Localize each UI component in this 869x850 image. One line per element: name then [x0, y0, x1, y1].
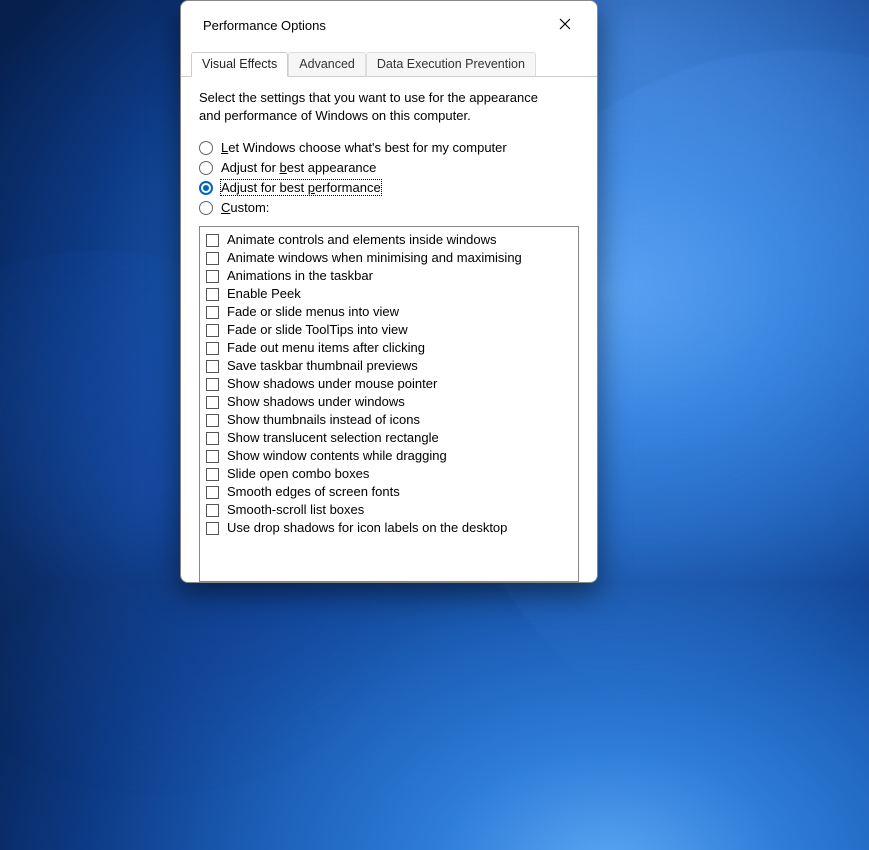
tabstrip: Visual EffectsAdvancedData Execution Pre…: [181, 51, 597, 77]
checkbox-icon: [206, 486, 219, 499]
radio-option[interactable]: Adjust for best appearance: [199, 158, 579, 178]
checklist-item[interactable]: Smooth edges of screen fonts: [206, 483, 572, 501]
checklist-item-label: Slide open combo boxes: [227, 465, 369, 483]
performance-options-dialog: Performance Options Visual EffectsAdvanc…: [180, 0, 598, 583]
checklist-item[interactable]: Fade or slide ToolTips into view: [206, 321, 572, 339]
checkbox-icon: [206, 234, 219, 247]
checklist-item[interactable]: Use drop shadows for icon labels on the …: [206, 519, 572, 537]
checklist-item-label: Smooth edges of screen fonts: [227, 483, 400, 501]
checkbox-icon: [206, 504, 219, 517]
checklist-item-label: Fade out menu items after clicking: [227, 339, 425, 357]
tab-advanced[interactable]: Advanced: [288, 52, 366, 77]
checkbox-icon: [206, 270, 219, 283]
checkbox-icon: [206, 378, 219, 391]
checklist-item-label: Show shadows under windows: [227, 393, 405, 411]
checklist-item[interactable]: Show shadows under windows: [206, 393, 572, 411]
checkbox-icon: [206, 306, 219, 319]
checklist-item[interactable]: Animate windows when minimising and maxi…: [206, 249, 572, 267]
checklist-item[interactable]: Slide open combo boxes: [206, 465, 572, 483]
checkbox-icon: [206, 414, 219, 427]
checklist-item-label: Fade or slide ToolTips into view: [227, 321, 408, 339]
tab-content-visual-effects: Select the settings that you want to use…: [181, 77, 597, 582]
checklist-item[interactable]: Show thumbnails instead of icons: [206, 411, 572, 429]
checklist-item-label: Show translucent selection rectangle: [227, 429, 439, 447]
checklist-item-label: Animate windows when minimising and maxi…: [227, 249, 522, 267]
checklist-item-label: Animations in the taskbar: [227, 267, 373, 285]
checklist-item-label: Animate controls and elements inside win…: [227, 231, 497, 249]
radio-label: Custom:: [221, 200, 269, 215]
checkbox-icon: [206, 342, 219, 355]
checkbox-icon: [206, 450, 219, 463]
radio-option[interactable]: Let Windows choose what's best for my co…: [199, 138, 579, 158]
checkbox-icon: [206, 396, 219, 409]
checklist-item-label: Show thumbnails instead of icons: [227, 411, 420, 429]
checkbox-icon: [206, 288, 219, 301]
radio-label: Adjust for best appearance: [221, 160, 376, 175]
tab-data-execution-prevention[interactable]: Data Execution Prevention: [366, 52, 536, 77]
radio-button-icon: [199, 141, 213, 155]
radio-label: Adjust for best performance: [221, 180, 381, 195]
checkbox-icon: [206, 468, 219, 481]
checkbox-icon: [206, 522, 219, 535]
titlebar: Performance Options: [181, 1, 597, 49]
checklist-item-label: Fade or slide menus into view: [227, 303, 399, 321]
radio-button-icon: [199, 181, 213, 195]
checklist-item[interactable]: Animate controls and elements inside win…: [206, 231, 572, 249]
checkbox-icon: [206, 432, 219, 445]
checklist-item-label: Save taskbar thumbnail previews: [227, 357, 418, 375]
close-icon: [559, 18, 571, 33]
dialog-title: Performance Options: [203, 18, 326, 33]
preset-radio-group: Let Windows choose what's best for my co…: [199, 138, 579, 218]
checklist-item-label: Show shadows under mouse pointer: [227, 375, 437, 393]
close-button[interactable]: [545, 10, 585, 40]
checklist-item[interactable]: Fade or slide menus into view: [206, 303, 572, 321]
intro-text: Select the settings that you want to use…: [199, 89, 549, 124]
checklist-item[interactable]: Show window contents while dragging: [206, 447, 572, 465]
checklist-item[interactable]: Save taskbar thumbnail previews: [206, 357, 572, 375]
checklist-item-label: Smooth-scroll list boxes: [227, 501, 364, 519]
radio-option[interactable]: Custom:: [199, 198, 579, 218]
radio-button-icon: [199, 161, 213, 175]
radio-button-icon: [199, 201, 213, 215]
checklist-item[interactable]: Enable Peek: [206, 285, 572, 303]
tab-visual-effects[interactable]: Visual Effects: [191, 52, 288, 77]
checklist-item[interactable]: Smooth-scroll list boxes: [206, 501, 572, 519]
checkbox-icon: [206, 324, 219, 337]
checklist-item-label: Use drop shadows for icon labels on the …: [227, 519, 507, 537]
radio-option[interactable]: Adjust for best performance: [199, 178, 579, 198]
checklist-item[interactable]: Animations in the taskbar: [206, 267, 572, 285]
radio-label: Let Windows choose what's best for my co…: [221, 140, 507, 155]
checklist-item-label: Show window contents while dragging: [227, 447, 447, 465]
checkbox-icon: [206, 252, 219, 265]
effects-checklist[interactable]: Animate controls and elements inside win…: [199, 226, 579, 582]
checklist-item[interactable]: Fade out menu items after clicking: [206, 339, 572, 357]
checklist-item[interactable]: Show translucent selection rectangle: [206, 429, 572, 447]
checklist-item-label: Enable Peek: [227, 285, 301, 303]
checklist-item[interactable]: Show shadows under mouse pointer: [206, 375, 572, 393]
checkbox-icon: [206, 360, 219, 373]
